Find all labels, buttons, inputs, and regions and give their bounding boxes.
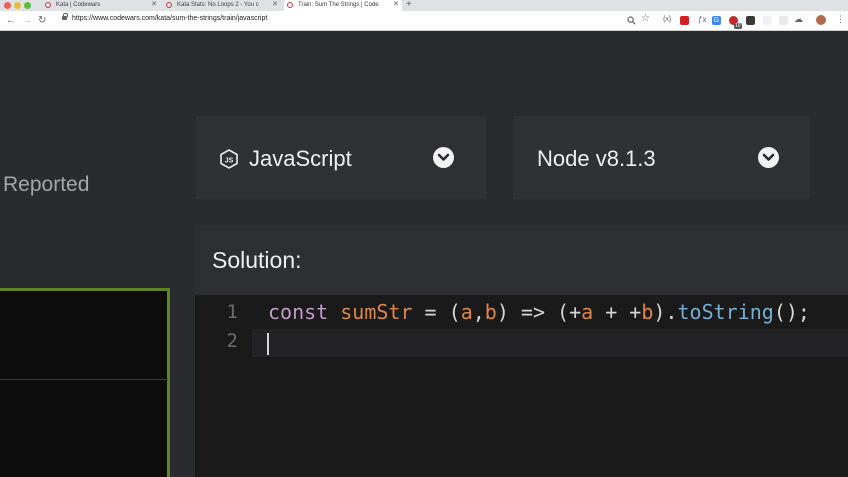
- code-keyword: const: [268, 300, 329, 324]
- tab-train-sum-the-strings[interactable]: Train: Sum The Strings | Code ✕: [284, 0, 402, 11]
- lock-icon: [62, 13, 68, 20]
- code-method: toString: [677, 300, 774, 324]
- code-punct: + +: [593, 300, 642, 324]
- reload-icon[interactable]: ↻: [38, 14, 46, 27]
- extension-red-icon[interactable]: [680, 16, 689, 25]
- code-punct: = (: [412, 300, 461, 324]
- tab-title: Kata | Codewars: [56, 2, 101, 8]
- codewars-favicon-icon: [166, 2, 172, 8]
- url-text: https://www.codewars.com/kata/sum-the-st…: [72, 15, 268, 22]
- code-param: b: [484, 300, 497, 324]
- line-number: 1: [226, 301, 238, 323]
- code-editor[interactable]: 1 2 const sumStr = (a,b) => (+a + +b).to…: [195, 295, 848, 477]
- extension-fx-icon[interactable]: ƒx: [698, 15, 706, 24]
- version-select-value: Node v8.1.3: [537, 146, 656, 171]
- extension-white-icon[interactable]: [763, 16, 772, 25]
- codewars-train-page: Reported JS JavaScript Node v8.1.3 Solut…: [0, 31, 848, 477]
- output-box: [0, 288, 170, 477]
- chevron-down-icon[interactable]: [758, 147, 779, 168]
- line-number-gutter: 1 2: [195, 295, 252, 477]
- zoom-magnifier-icon[interactable]: [627, 16, 636, 25]
- version-select[interactable]: Node v8.1.3: [513, 116, 810, 199]
- tab-title: Train: Sum The Strings | Code: [298, 2, 379, 8]
- forward-arrow-icon[interactable]: →: [22, 14, 32, 27]
- tab-strip: Kata | Codewars ✕ Kata Stats: No Loops 2…: [0, 0, 848, 11]
- extension-badge-count: 10: [734, 23, 742, 29]
- tab-kata-codewars[interactable]: Kata | Codewars ✕: [42, 0, 160, 11]
- left-panel: [0, 225, 170, 477]
- active-line-highlight: [252, 329, 848, 357]
- code-punct: ).: [653, 300, 678, 324]
- translate-icon[interactable]: G: [712, 16, 721, 25]
- language-select[interactable]: JS JavaScript: [196, 116, 486, 199]
- tab-close-icon[interactable]: ✕: [272, 0, 278, 10]
- tab-close-icon[interactable]: ✕: [151, 0, 157, 10]
- code-line-1[interactable]: const sumStr = (a,b) => (+a + +b).toStri…: [268, 300, 810, 324]
- extension-braces-icon[interactable]: {x}: [663, 16, 671, 23]
- back-arrow-icon[interactable]: ←: [6, 14, 16, 27]
- code-punct: ,: [472, 300, 485, 324]
- divider: [0, 379, 168, 380]
- code-punct: ) => (+: [496, 300, 582, 324]
- bookmark-star-icon[interactable]: ☆: [641, 13, 650, 24]
- svg-text:JS: JS: [225, 158, 234, 165]
- minimize-window-button[interactable]: [14, 2, 21, 9]
- solution-title: Solution:: [212, 247, 302, 273]
- code-punct: ();: [773, 300, 810, 324]
- reported-heading: Reported: [3, 173, 90, 196]
- code-param: b: [641, 300, 654, 324]
- text-cursor: [267, 333, 269, 355]
- extension-puzzle-icon[interactable]: [779, 16, 788, 25]
- nodejs-icon: JS: [220, 149, 238, 169]
- address-bar[interactable]: https://www.codewars.com/kata/sum-the-st…: [55, 13, 660, 28]
- tab-close-icon[interactable]: ✕: [393, 0, 399, 10]
- code-param: a: [581, 300, 594, 324]
- codewars-favicon-icon: [45, 2, 51, 8]
- browser-toolbar: ← → ↻ https://www.codewars.com/kata/sum-…: [0, 11, 848, 31]
- line-number: 2: [226, 330, 238, 352]
- code-param: a: [460, 300, 473, 324]
- extension-pen-icon[interactable]: [746, 16, 755, 25]
- extension-cloud-icon[interactable]: ☁: [794, 14, 803, 25]
- solution-panel: Solution: 1 2 const sumStr = (a,b) => (+…: [195, 225, 848, 477]
- code-function-name: sumStr: [340, 300, 413, 324]
- tab-title: Kata Stats: No Loops 2 - You c: [177, 2, 259, 8]
- maximize-window-button[interactable]: [24, 2, 31, 9]
- language-select-value: JavaScript: [249, 146, 352, 171]
- menu-dots-icon[interactable]: ⋮: [836, 14, 845, 25]
- codewars-favicon-icon: [287, 2, 293, 8]
- tab-kata-stats[interactable]: Kata Stats: No Loops 2 - You c ✕: [163, 0, 281, 11]
- chevron-down-icon[interactable]: [433, 147, 454, 168]
- close-window-button[interactable]: [4, 2, 11, 9]
- new-tab-plus-icon[interactable]: +: [406, 0, 412, 10]
- profile-avatar[interactable]: [816, 15, 826, 25]
